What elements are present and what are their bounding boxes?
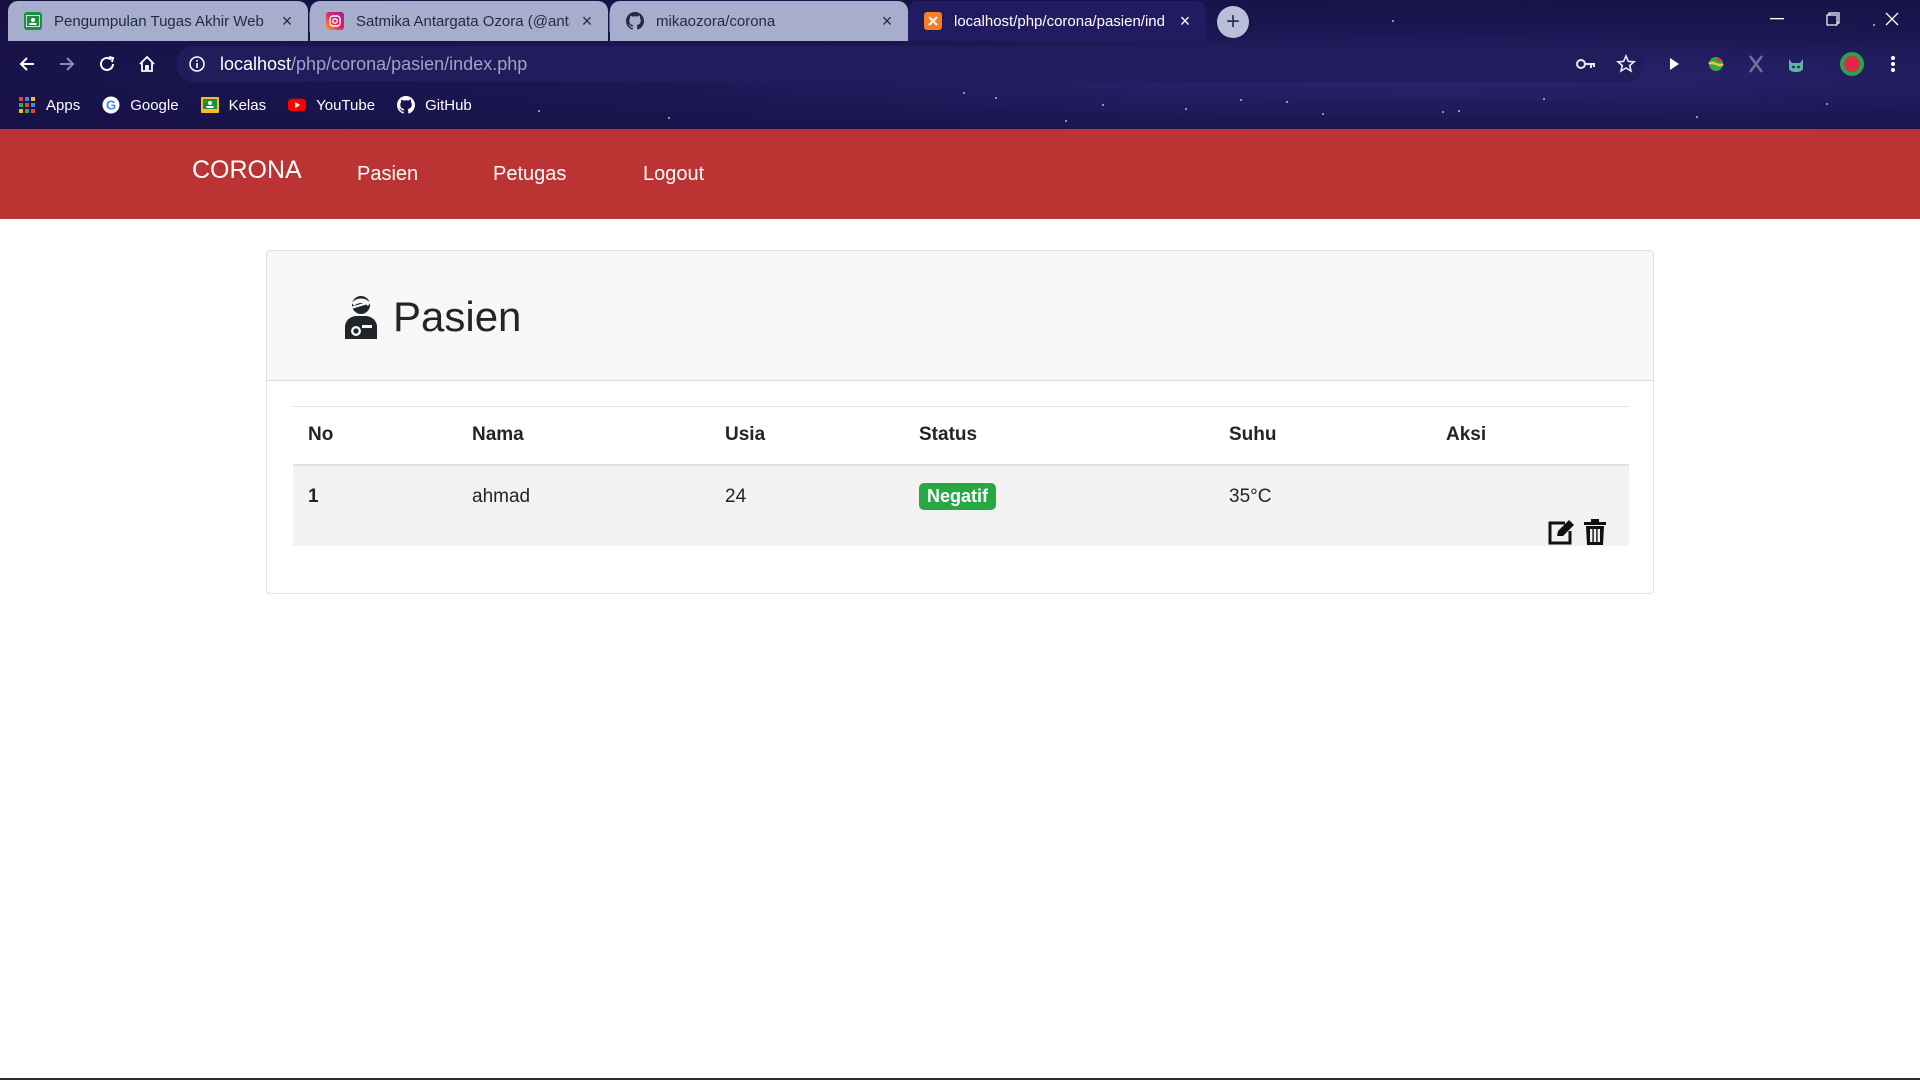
- extension-cat-icon[interactable]: [1780, 44, 1812, 84]
- bookmark-label: Apps: [46, 96, 81, 114]
- google-classroom-icon: [24, 12, 42, 30]
- instagram-icon: [326, 12, 344, 30]
- url-path: /php/corona/pasien/index.php: [291, 53, 528, 74]
- extension-x-icon[interactable]: [1740, 44, 1772, 84]
- cell-usia: 24: [725, 485, 747, 507]
- tab-title: Satmika Antargata Ozora (@anta: [356, 12, 570, 30]
- google-icon: G: [102, 96, 120, 114]
- minimize-button[interactable]: [1749, 0, 1805, 38]
- column-header-aksi: Aksi: [1431, 406, 1629, 466]
- close-tab-icon[interactable]: ×: [578, 12, 596, 30]
- tab-title: Pengumpulan Tugas Akhir Web: [54, 12, 264, 30]
- trash-icon[interactable]: [1581, 518, 1609, 546]
- tab-title: mikaozora/corona: [656, 12, 776, 30]
- column-header-usia: Usia: [710, 406, 904, 466]
- tab-instagram[interactable]: Satmika Antargata Ozora (@anta ×: [310, 1, 608, 41]
- column-header-no: No: [293, 406, 457, 466]
- bookmark-label: Google: [130, 96, 179, 114]
- xampp-icon: [924, 12, 942, 30]
- cell-status: Negatif: [904, 465, 1214, 546]
- table-header-row: No Nama Usia Status Suhu Aksi: [293, 406, 1629, 466]
- tab-github[interactable]: mikaozora/corona ×: [610, 1, 908, 41]
- cell-no: 1: [308, 485, 319, 507]
- edit-icon[interactable]: [1547, 518, 1575, 546]
- restore-button[interactable]: [1805, 0, 1861, 38]
- status-badge: Negatif: [919, 482, 997, 510]
- tab-strip: Pengumpulan Tugas Akhir Web × Satmika An…: [0, 0, 1920, 41]
- table-row: 1 ahmad 24 Negatif 35°C: [293, 464, 1629, 546]
- cell-nama: ahmad: [472, 485, 531, 507]
- bookmark-youtube[interactable]: YouTube: [288, 96, 375, 114]
- nav-link-petugas[interactable]: Petugas: [493, 163, 566, 186]
- patient-table: No Nama Usia Status Suhu Aksi 1 ahmad 24…: [293, 406, 1629, 546]
- column-header-suhu: Suhu: [1214, 406, 1431, 466]
- nav-link-logout[interactable]: Logout: [643, 163, 704, 186]
- browser-chrome: Pengumpulan Tugas Akhir Web × Satmika An…: [0, 0, 1920, 129]
- apps-grid-icon: [18, 96, 36, 114]
- url-host: localhost: [220, 53, 292, 74]
- star-bookmark-icon[interactable]: [1610, 44, 1642, 84]
- profile-avatar-icon[interactable]: [1836, 44, 1868, 84]
- new-tab-button[interactable]: +: [1217, 6, 1249, 38]
- bookmark-github[interactable]: GitHub: [397, 96, 472, 114]
- bookmark-kelas[interactable]: Kelas: [200, 96, 267, 114]
- home-button[interactable]: [131, 44, 163, 84]
- bookmark-google[interactable]: G Google: [102, 96, 179, 114]
- tab-classroom[interactable]: Pengumpulan Tugas Akhir Web ×: [8, 1, 308, 41]
- bookmark-label: GitHub: [425, 96, 472, 114]
- youtube-icon: [288, 96, 307, 114]
- patient-table-wrapper: No Nama Usia Status Suhu Aksi 1 ahmad 24…: [293, 406, 1629, 546]
- address-bar[interactable]: localhost/php/corona/pasien/index.php: [176, 46, 1644, 82]
- brand-link[interactable]: CORONA: [192, 156, 302, 185]
- star-decoration: [1065, 120, 1067, 122]
- close-window-button[interactable]: [1864, 0, 1920, 38]
- github-icon: [397, 96, 416, 114]
- close-tab-icon[interactable]: ×: [878, 12, 896, 30]
- row-actions: [1446, 466, 1629, 546]
- info-icon[interactable]: [188, 55, 206, 73]
- close-tab-icon[interactable]: ×: [278, 12, 296, 30]
- extension-globe-icon[interactable]: [1700, 44, 1732, 84]
- card-header: Pasien: [267, 251, 1653, 381]
- site-navbar: CORONA Pasien Petugas Logout: [0, 129, 1920, 219]
- close-tab-icon[interactable]: ×: [1176, 12, 1194, 30]
- bookmark-apps[interactable]: Apps: [18, 96, 80, 114]
- bookmark-label: YouTube: [316, 96, 376, 114]
- page-heading: Pasien: [393, 293, 522, 340]
- bookmark-label: Kelas: [228, 96, 267, 114]
- nav-link-pasien[interactable]: Pasien: [357, 163, 418, 186]
- cell-suhu: 35°C: [1229, 485, 1272, 507]
- back-button[interactable]: [11, 44, 43, 84]
- forward-button[interactable]: [51, 44, 83, 84]
- column-header-status: Status: [904, 406, 1214, 466]
- github-icon: [626, 12, 644, 30]
- play-extension-icon[interactable]: [1658, 44, 1690, 84]
- page-title: Pasien: [341, 293, 521, 341]
- bookmarks-bar: Apps G Google Kelas YouTube GitHub: [0, 92, 1920, 118]
- patient-card: Pasien No Nama Usia Status Suhu Aksi 1 a…: [266, 250, 1654, 594]
- key-icon[interactable]: [1570, 44, 1602, 84]
- classroom-icon: [200, 96, 219, 114]
- svg-text:G: G: [106, 98, 116, 113]
- reload-button[interactable]: [91, 44, 123, 84]
- tab-localhost[interactable]: localhost/php/corona/pasien/ind ×: [908, 1, 1206, 41]
- kebab-menu-icon[interactable]: [1877, 44, 1909, 84]
- cell-aksi: [1431, 465, 1629, 546]
- tab-title: localhost/php/corona/pasien/ind: [954, 12, 1165, 30]
- column-header-nama: Nama: [457, 406, 710, 466]
- browser-toolbar: localhost/php/corona/pasien/index.php: [0, 44, 1920, 84]
- user-injured-icon: [341, 295, 381, 339]
